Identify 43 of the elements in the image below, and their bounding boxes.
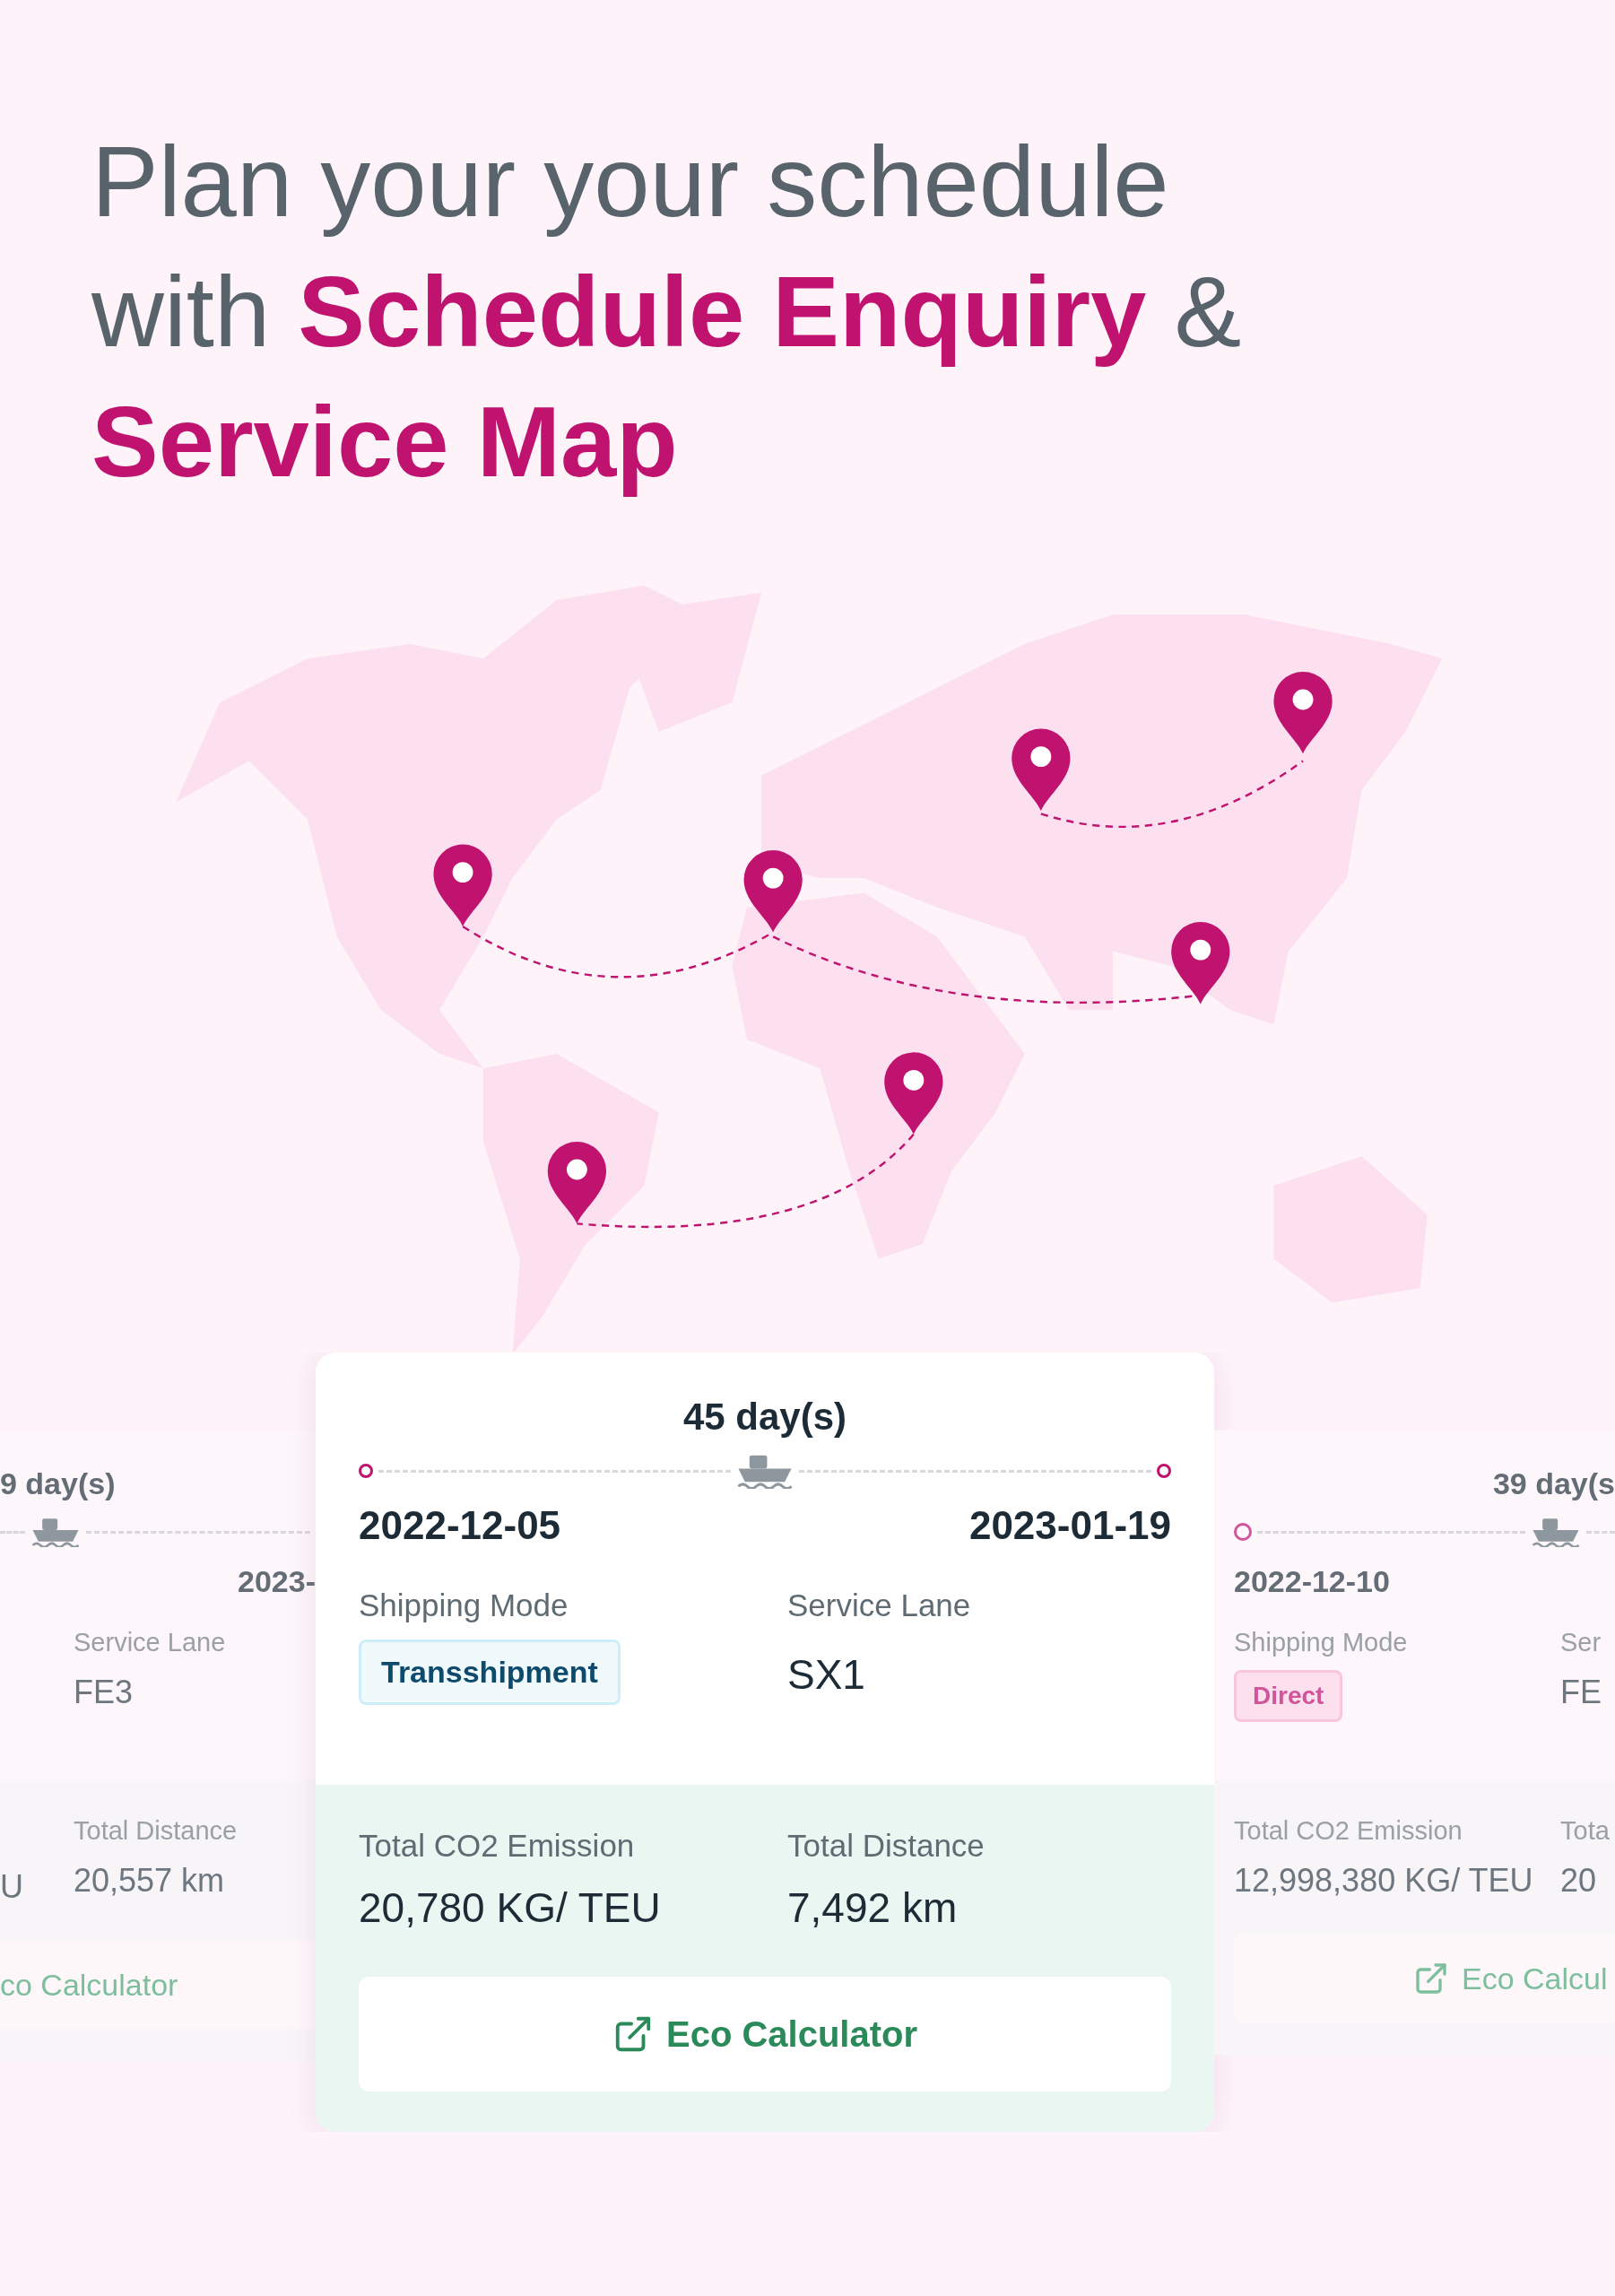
distance-value: 7,492 km xyxy=(787,1883,959,1932)
arrival-date: 2023- xyxy=(238,1564,316,1599)
shipping-mode-badge: Transshipment xyxy=(359,1639,621,1705)
field-label: Tota xyxy=(1560,1816,1611,1846)
emission-value: 12,998,380 KG/ TEU xyxy=(1234,1862,1534,1900)
location-pin-icon xyxy=(1273,672,1333,754)
distance-value: 20,557 km xyxy=(74,1862,226,1900)
arrival-date: 2023-01-19 xyxy=(968,1503,1171,1548)
field-label: Shipping Mode xyxy=(1234,1628,1409,1657)
location-pin-icon xyxy=(743,850,803,933)
duration-text: 39 day(s xyxy=(1491,1466,1615,1501)
location-pin-icon xyxy=(1012,728,1071,812)
distance-value: 20 xyxy=(1560,1862,1598,1900)
service-lane-value: FE3 xyxy=(74,1674,135,1711)
location-pin-icon xyxy=(1171,922,1230,1004)
shipping-mode-badge: Direct xyxy=(1234,1670,1343,1722)
location-pin-icon xyxy=(433,844,492,926)
ship-icon xyxy=(1531,1517,1581,1547)
duration-text: 9 day(s) xyxy=(0,1466,117,1501)
field-label: Total CO2 Emission xyxy=(1234,1816,1463,1846)
headline: Plan your your schedule with Schedule Enquiry & Service Map xyxy=(91,125,1243,500)
eco-calculator-button[interactable]: Eco Calcul xyxy=(1234,1934,1615,2023)
field-label: Service Lane xyxy=(787,1587,972,1623)
field-label: Total Distance xyxy=(74,1816,239,1846)
eco-calculator-button[interactable]: co Calculator xyxy=(0,1940,316,2030)
departure-date: 2022-12-10 xyxy=(1234,1564,1390,1599)
field-label: Shipping Mode xyxy=(359,1587,569,1623)
service-lane-value: FE xyxy=(1560,1674,1602,1711)
ship-icon xyxy=(30,1517,81,1547)
location-pin-icon xyxy=(547,1142,607,1224)
departure-date: 2022-12-05 xyxy=(359,1503,561,1548)
eco-calculator-button[interactable]: Eco Calculator xyxy=(359,1977,1171,2092)
external-link-icon xyxy=(1413,1961,1449,1996)
service-lane-value: SX1 xyxy=(787,1650,866,1699)
field-label: Service Lane xyxy=(74,1628,227,1657)
ship-icon xyxy=(736,1453,794,1489)
field-label: Total Distance xyxy=(787,1828,985,1864)
location-pin-icon xyxy=(884,1052,943,1135)
field-label: Total CO2 Emission xyxy=(359,1828,636,1864)
field-label: Ser xyxy=(1560,1628,1602,1657)
emission-value: 20,780 KG/ TEU xyxy=(359,1883,662,1932)
duration-text: 45 day(s) xyxy=(682,1396,848,1439)
emission-value: U xyxy=(0,1868,24,1906)
